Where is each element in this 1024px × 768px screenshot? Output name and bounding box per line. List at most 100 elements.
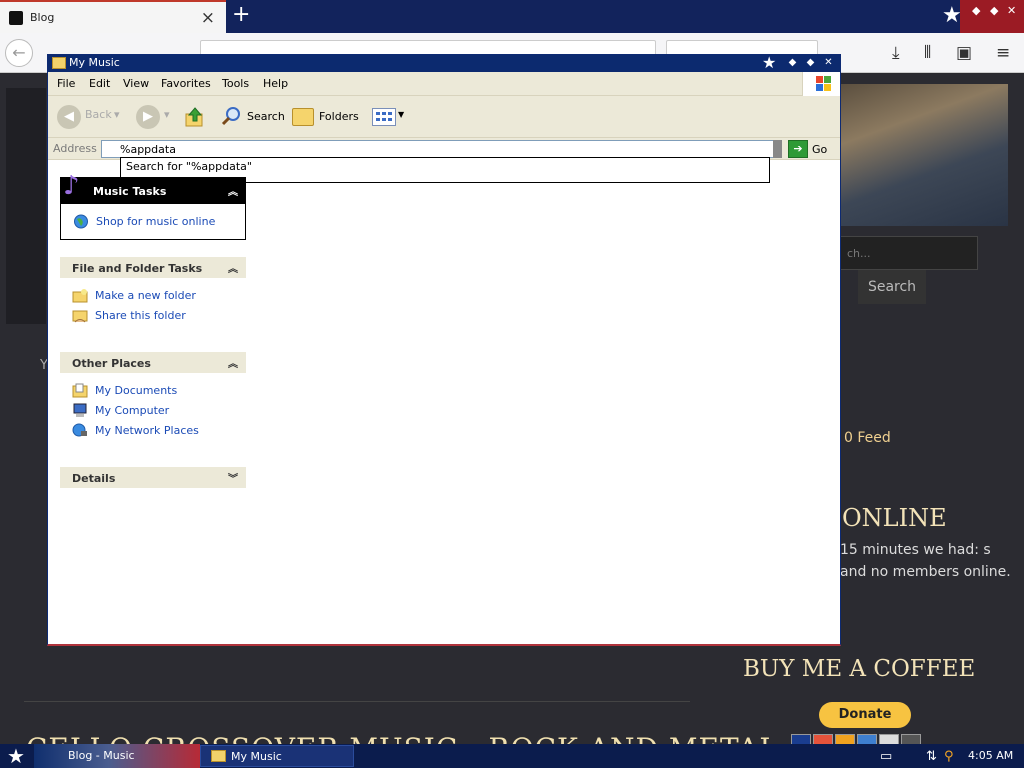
site-feed-link[interactable]: 0 Feed — [844, 430, 891, 446]
site-coffee-heading: BUY ME A COFFEE — [743, 656, 976, 682]
maximize-icon[interactable]: ◆ — [804, 56, 817, 69]
clock: 4:05 AM — [968, 749, 1014, 762]
computer-icon — [73, 403, 87, 417]
library-icon[interactable]: ⫴ — [924, 43, 931, 63]
menu-icon[interactable]: ≡ — [996, 43, 1010, 63]
toolbar: ◀ Back ▾ ▶ ▾ Search Folders ▼ — [48, 96, 840, 138]
new-folder-icon — [72, 289, 88, 303]
new-tab-icon[interactable]: + — [232, 2, 250, 27]
search-tray-icon[interactable]: ⚲ — [944, 749, 954, 764]
panel-header-file-folder-tasks[interactable]: File and Folder Tasks ︽ — [60, 257, 246, 278]
address-label: Address — [53, 142, 97, 155]
site-header-image — [840, 84, 1008, 226]
views-grid-icon — [376, 112, 392, 121]
search-icon[interactable] — [220, 105, 242, 127]
panel-body: My Documents My Computer My Network Plac… — [60, 373, 246, 463]
folders-icon[interactable] — [292, 108, 314, 126]
network-places-icon — [72, 423, 87, 437]
keyboard-icon[interactable]: ▭ — [880, 749, 892, 764]
back-dropdown-icon[interactable]: ▾ — [114, 108, 120, 121]
task-label: Shop for music online — [96, 215, 216, 228]
taskbar-task-label: My Music — [231, 750, 282, 763]
close-tab-icon[interactable]: × — [201, 8, 215, 28]
close-icon[interactable]: ✕ — [822, 56, 835, 69]
menu-favorites[interactable]: Favorites — [161, 77, 211, 90]
place-label: My Computer — [95, 404, 170, 417]
share-folder-icon — [72, 310, 88, 323]
close-browser-icon[interactable]: ✕ — [1007, 4, 1016, 17]
place-label: My Network Places — [95, 424, 199, 437]
address-input[interactable]: %appdata — [101, 140, 775, 158]
music-note-icon: ♪ — [63, 171, 80, 201]
place-label: My Documents — [95, 384, 178, 397]
folder-icon — [211, 750, 226, 762]
panel-title: Details — [72, 472, 116, 485]
collapse-chevron-icon[interactable]: ︽ — [228, 260, 238, 275]
task-label: Share this folder — [95, 309, 186, 322]
panel-title: File and Folder Tasks — [72, 262, 203, 275]
up-folder-icon[interactable] — [184, 106, 206, 128]
site-left-rail — [6, 88, 46, 324]
sidebar-icon[interactable]: ▣ — [956, 43, 972, 63]
start-star-icon[interactable]: ★ — [7, 744, 25, 768]
task-label: Make a new folder — [95, 289, 196, 302]
browser-tab-strip: Blog × + ★ ◆ ◆ ✕ — [0, 0, 1024, 33]
menu-edit[interactable]: Edit — [89, 77, 110, 90]
views-icon[interactable] — [372, 108, 396, 126]
browser-tab-title: Blog — [30, 11, 55, 24]
panel-body: Shop for music online — [60, 204, 246, 240]
address-dropdown-icon[interactable] — [773, 140, 782, 158]
documents-folder-icon — [72, 383, 88, 398]
taskbar-browser-button[interactable]: Blog - Music — [34, 744, 200, 768]
panel-title: Other Places — [72, 357, 151, 370]
browser-tab-blog[interactable]: Blog × — [0, 0, 226, 33]
site-search-button[interactable]: Search — [858, 270, 926, 304]
panel-header-music-tasks[interactable]: ♪ Music Tasks ︽ — [60, 171, 246, 204]
window-title-bar[interactable]: My Music ★ ◆ ◆ ✕ — [48, 53, 840, 72]
search-button-label[interactable]: Search — [247, 110, 285, 123]
taskbar-browser-label: Blog - Music — [68, 749, 135, 762]
donate-button[interactable]: Donate — [819, 702, 911, 728]
star-icon: ★ — [762, 53, 777, 72]
browser-back-button[interactable]: ← — [5, 39, 33, 67]
panel-header-details[interactable]: Details ︾ — [60, 467, 246, 488]
collapse-chevron-icon[interactable]: ︽ — [228, 183, 238, 198]
taskbar: ★ Blog - Music My Music ▭ ⇅ ⚲ 4:05 AM — [0, 744, 1024, 768]
panel-body: Make a new folder Share this folder — [60, 278, 246, 349]
windows-logo-icon — [802, 72, 840, 96]
window-title: My Music — [69, 56, 120, 69]
panel-title: Music Tasks — [93, 185, 167, 198]
folder-icon — [52, 57, 66, 69]
taskbar-my-music-button[interactable]: My Music — [200, 745, 354, 767]
expand-chevron-icon[interactable]: ︾ — [228, 470, 238, 485]
maximize-browser-icon[interactable]: ◆ — [990, 4, 998, 17]
minimize-browser-icon[interactable]: ◆ — [972, 4, 980, 17]
forward-dropdown-icon[interactable]: ▾ — [164, 108, 170, 121]
network-tray-icon[interactable]: ⇅ — [926, 749, 937, 764]
menu-bar: File Edit View Favorites Tools Help — [48, 72, 840, 96]
site-online-heading: ONLINE — [842, 504, 947, 532]
menu-view[interactable]: View — [123, 77, 149, 90]
views-dropdown-icon[interactable]: ▼ — [398, 110, 404, 119]
site-divider — [24, 701, 690, 702]
minimize-icon[interactable]: ◆ — [786, 56, 799, 69]
menu-tools[interactable]: Tools — [222, 77, 249, 90]
menu-help[interactable]: Help — [263, 77, 288, 90]
go-button-label[interactable]: Go — [812, 143, 827, 156]
menu-file[interactable]: File — [57, 77, 75, 90]
back-label: Back — [85, 108, 112, 121]
back-button[interactable]: ◀ — [57, 105, 81, 129]
forward-button[interactable]: ▶ — [136, 105, 160, 129]
autocomplete-item[interactable]: Search for "%appdata" — [126, 160, 252, 173]
go-arrow-icon[interactable]: ➔ — [788, 140, 808, 158]
folders-button-label[interactable]: Folders — [319, 110, 359, 123]
star-icon: ★ — [942, 3, 962, 28]
collapse-chevron-icon[interactable]: ︽ — [228, 355, 238, 370]
site-favicon-icon — [9, 11, 23, 25]
panel-header-other-places[interactable]: Other Places ︽ — [60, 352, 246, 373]
download-icon[interactable]: ⤓ — [892, 43, 900, 63]
explorer-window: My Music ★ ◆ ◆ ✕ File Edit View Favorite… — [47, 53, 841, 646]
site-online-text: 15 minutes we had: s and no members onli… — [840, 542, 1011, 580]
site-search-input[interactable]: ch... — [840, 236, 978, 270]
globe-icon — [74, 214, 88, 229]
